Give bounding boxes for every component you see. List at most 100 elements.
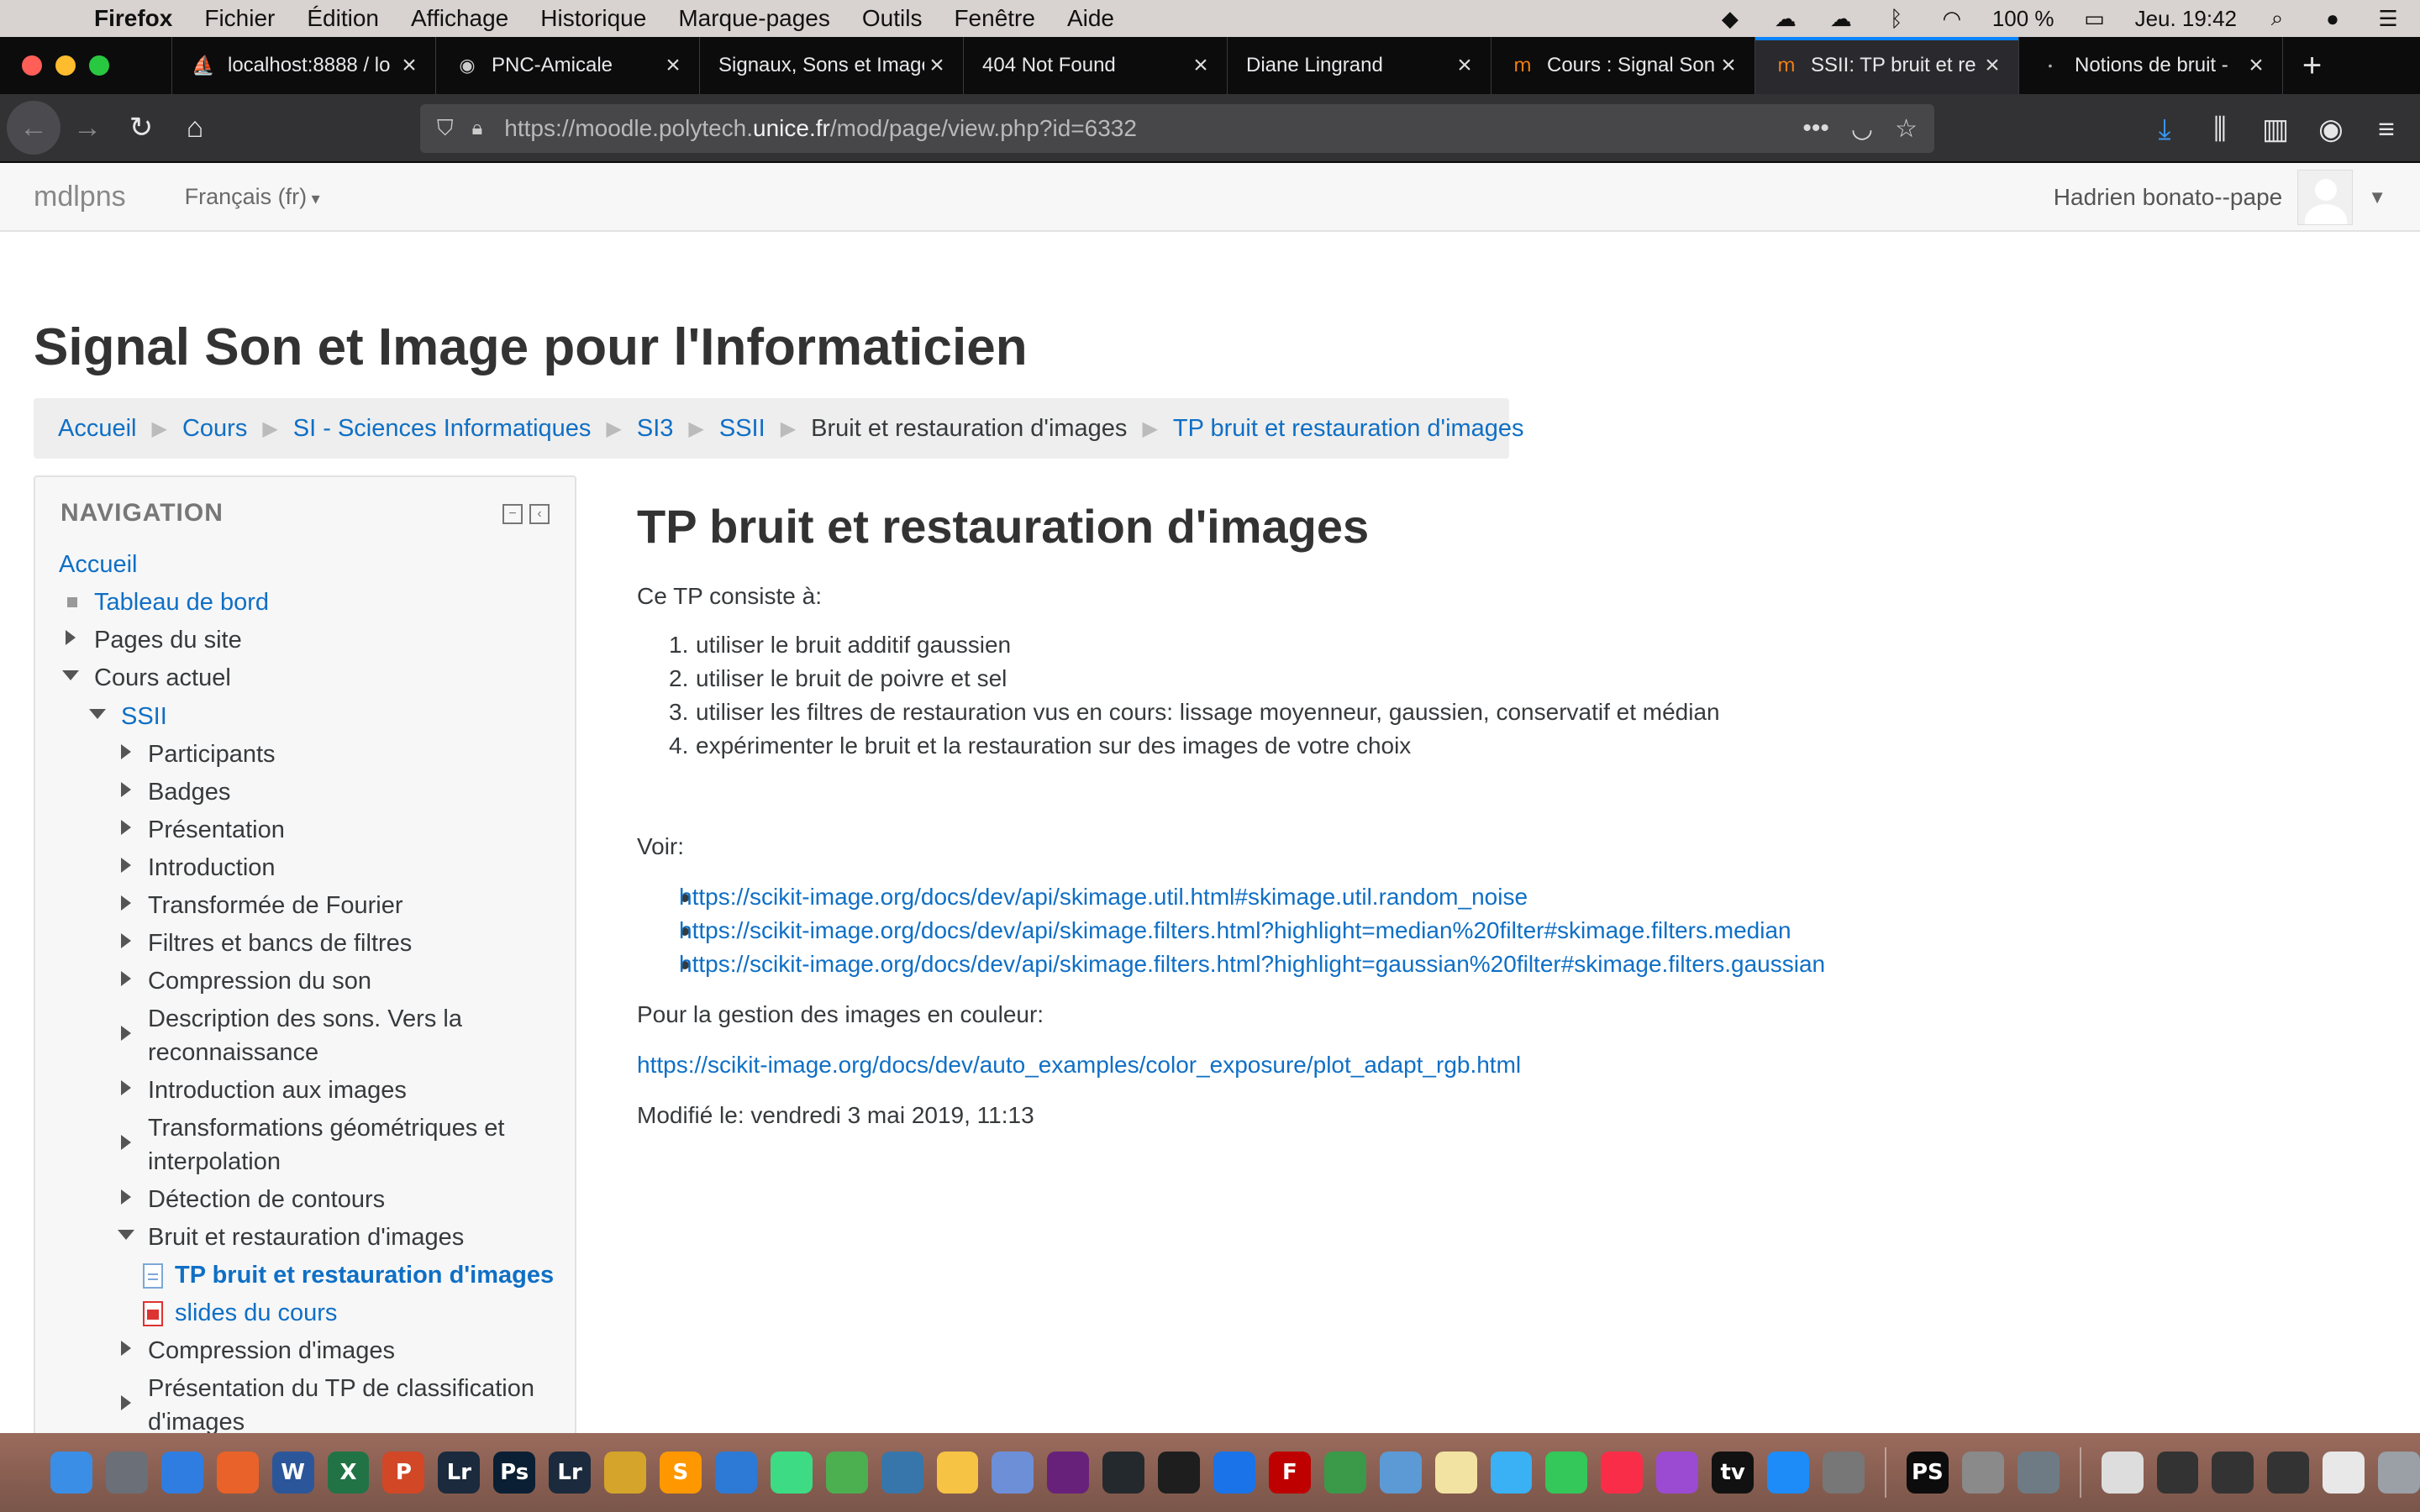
sketch-icon[interactable] bbox=[1213, 1452, 1255, 1494]
sidebar-icon[interactable]: ▥ bbox=[2255, 102, 2296, 156]
music-icon[interactable] bbox=[1601, 1452, 1644, 1494]
close-tab-icon[interactable]: × bbox=[1452, 51, 1477, 80]
breadcrumb-current[interactable]: TP bruit et restauration d'images bbox=[1173, 415, 1524, 443]
python-icon[interactable] bbox=[881, 1452, 923, 1494]
tab-404[interactable]: 404 Not Found × bbox=[963, 37, 1227, 94]
nav-section-filtres[interactable]: Filtres et bancs de filtres bbox=[148, 927, 412, 960]
tab-cours-signal-son[interactable]: ⅿ Cours : Signal Son × bbox=[1491, 37, 1754, 94]
spotlight-search-icon[interactable]: ⌕ bbox=[2262, 5, 2292, 31]
avatar[interactable] bbox=[2297, 170, 2354, 225]
facetime-icon[interactable] bbox=[1545, 1452, 1588, 1494]
creative-cloud-icon[interactable]: ☁ bbox=[1770, 6, 1801, 31]
lock-icon[interactable]: 🔒︎ bbox=[472, 117, 483, 140]
breadcrumb-si[interactable]: SI - Sciences Informatiques bbox=[293, 415, 592, 443]
spinner-icon[interactable] bbox=[825, 1452, 868, 1494]
nav-section-description-sons[interactable]: Description des sons. Vers la bbox=[148, 1002, 462, 1036]
github-icon[interactable] bbox=[1102, 1452, 1145, 1494]
menu-affichage[interactable]: Affichage bbox=[411, 5, 508, 32]
nav-cours-actuel[interactable]: Cours actuel bbox=[94, 661, 231, 695]
textedit-icon[interactable] bbox=[1434, 1452, 1477, 1494]
nav-section-participants[interactable]: Participants bbox=[148, 738, 276, 771]
system-preferences-icon[interactable] bbox=[1823, 1452, 1865, 1494]
wifi-icon[interactable]: ◠ bbox=[1937, 6, 1967, 31]
breadcrumb-si3[interactable]: SI3 bbox=[637, 415, 674, 443]
powerpoint-icon[interactable]: P bbox=[382, 1452, 425, 1494]
photoshop-icon[interactable]: Ps bbox=[493, 1452, 536, 1494]
battery-icon[interactable]: ▭ bbox=[2080, 6, 2110, 31]
menu-aide[interactable]: Aide bbox=[1067, 5, 1114, 32]
word-icon[interactable]: W bbox=[271, 1452, 314, 1494]
close-tab-icon[interactable]: × bbox=[2244, 51, 2269, 80]
tab-localhost[interactable]: ⛵ localhost:8888 / lo × bbox=[171, 37, 435, 94]
close-tab-icon[interactable]: × bbox=[397, 51, 422, 80]
menu-marque-pages[interactable]: Marque-pages bbox=[678, 5, 830, 32]
collapse-block-icon[interactable]: − bbox=[502, 504, 523, 524]
screenshot-icon[interactable] bbox=[1961, 1452, 2004, 1494]
tab-notions-de-bruit[interactable]: • Notions de bruit - × bbox=[2018, 37, 2282, 94]
close-window-button[interactable] bbox=[22, 55, 42, 76]
close-tab-icon[interactable]: × bbox=[1980, 51, 2005, 80]
zoom-window-button[interactable] bbox=[89, 55, 109, 76]
back-button[interactable]: ← bbox=[7, 101, 60, 155]
language-menu[interactable]: Français (fr) bbox=[185, 184, 320, 210]
downloads-icon[interactable]: ⤓ bbox=[2144, 102, 2185, 156]
nav-section-transformations[interactable]: Transformations géométriques et bbox=[148, 1111, 504, 1145]
notes-icon[interactable] bbox=[992, 1452, 1034, 1494]
launchpad-icon[interactable] bbox=[105, 1452, 148, 1494]
breadcrumb-cours[interactable]: Cours bbox=[182, 415, 247, 443]
nav-section-bruit[interactable]: Bruit et restauration d'images bbox=[148, 1221, 464, 1254]
finder-icon[interactable] bbox=[50, 1452, 92, 1494]
expand-icon[interactable] bbox=[121, 1395, 131, 1410]
site-brand[interactable]: mdlpns bbox=[34, 181, 126, 213]
breadcrumb-accueil[interactable]: Accueil bbox=[58, 415, 137, 443]
tab-ssii-tp-bruit[interactable]: ⅿ SSII: TP bruit et re × bbox=[1754, 37, 2018, 94]
nav-section-contours[interactable]: Détection de contours bbox=[148, 1183, 385, 1216]
expand-icon[interactable] bbox=[121, 1189, 131, 1205]
window-icon[interactable] bbox=[2267, 1452, 2310, 1494]
url-text[interactable]: https://moodle.polytech.unice.fr/mod/pag… bbox=[504, 115, 1137, 142]
link-median-filter[interactable]: https://scikit-image.org/docs/dev/api/sk… bbox=[679, 917, 1791, 944]
preview-icon[interactable] bbox=[1379, 1452, 1422, 1494]
safari-icon[interactable] bbox=[160, 1452, 203, 1494]
link-color-exposure[interactable]: https://scikit-image.org/docs/dev/auto_e… bbox=[637, 1052, 1521, 1079]
filezilla-icon[interactable]: F bbox=[1268, 1452, 1311, 1494]
siri-icon[interactable]: ● bbox=[2317, 6, 2348, 31]
expand-icon[interactable] bbox=[121, 971, 131, 986]
close-tab-icon[interactable]: × bbox=[1716, 51, 1741, 80]
expand-icon[interactable] bbox=[121, 1341, 131, 1356]
library-icon[interactable]: ⫼ bbox=[2200, 102, 2240, 156]
notification-center-icon[interactable]: ☰ bbox=[2373, 6, 2403, 31]
nav-section-classification[interactable]: Présentation du TP de classification bbox=[148, 1372, 534, 1405]
dock-block-icon[interactable]: ‹ bbox=[529, 504, 550, 524]
podcasts-icon[interactable] bbox=[1656, 1452, 1699, 1494]
chevron-down-icon[interactable]: ▼ bbox=[2368, 186, 2386, 208]
messages-icon[interactable] bbox=[1490, 1452, 1533, 1494]
visual-studio-icon[interactable] bbox=[1047, 1452, 1090, 1494]
close-tab-icon[interactable]: × bbox=[660, 51, 686, 80]
tab-pnc-amicale[interactable]: ◉ PNC-Amicale × bbox=[435, 37, 699, 94]
lightroom-classic-icon[interactable]: Lr bbox=[438, 1452, 481, 1494]
expand-icon[interactable] bbox=[121, 820, 131, 835]
menu-app-firefox[interactable]: Firefox bbox=[94, 5, 172, 32]
app-icon[interactable] bbox=[2017, 1452, 2060, 1494]
expand-icon[interactable] bbox=[121, 744, 131, 759]
minimize-window-button[interactable] bbox=[55, 55, 76, 76]
close-tab-icon[interactable]: × bbox=[1188, 51, 1213, 80]
document-icon[interactable] bbox=[2101, 1452, 2144, 1494]
link-gaussian-filter[interactable]: https://scikit-image.org/docs/dev/api/sk… bbox=[679, 951, 1825, 978]
bookmark-star-icon[interactable]: ☆ bbox=[1895, 114, 1918, 144]
menu-outils[interactable]: Outils bbox=[862, 5, 923, 32]
tab-diane-lingrand[interactable]: Diane Lingrand × bbox=[1227, 37, 1491, 94]
url-bar[interactable]: ⛉ 🔒︎ https://moodle.polytech.unice.fr/mo… bbox=[420, 104, 1934, 153]
android-studio-icon[interactable] bbox=[770, 1452, 813, 1494]
trash-icon[interactable] bbox=[2378, 1452, 2420, 1494]
window-icon[interactable] bbox=[2323, 1452, 2365, 1494]
expand-icon[interactable] bbox=[66, 630, 76, 645]
window-icon[interactable] bbox=[2212, 1452, 2254, 1494]
menu-fichier[interactable]: Fichier bbox=[204, 5, 275, 32]
sublime-icon[interactable]: S bbox=[659, 1452, 702, 1494]
xcode-icon[interactable] bbox=[714, 1452, 757, 1494]
nav-pages-du-site[interactable]: Pages du site bbox=[94, 623, 242, 657]
nav-section-intro-images[interactable]: Introduction aux images bbox=[148, 1074, 407, 1107]
expand-icon[interactable] bbox=[121, 1026, 131, 1041]
